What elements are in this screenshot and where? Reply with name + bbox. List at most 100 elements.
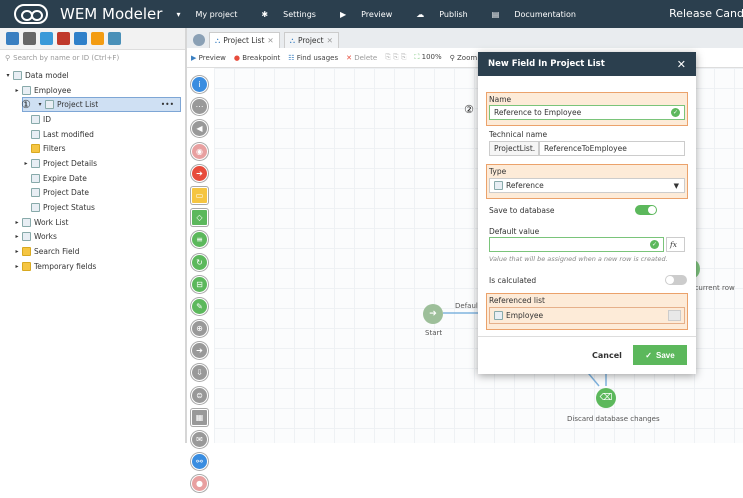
import-node-icon[interactable]: ⇩ (191, 364, 208, 382)
release-label: Release Candi (669, 7, 743, 20)
save-button[interactable]: ✓ Save (633, 345, 687, 365)
nav-item-documentation[interactable]: ▤ Documentation (492, 10, 588, 19)
tree-item-last-modified[interactable]: Last modified (0, 127, 185, 142)
technical-name-input[interactable]: ReferenceToEmployee (539, 141, 685, 156)
is-calculated-toggle[interactable] (665, 275, 687, 285)
panel-divider[interactable] (185, 28, 187, 443)
goto-node-icon[interactable]: ➔ (191, 342, 208, 360)
zoom-button[interactable]: ⚲ Zoom (450, 54, 478, 62)
nav-item-preview[interactable]: ▶ Preview (340, 10, 404, 19)
target-icon[interactable] (74, 32, 87, 45)
report-node-icon[interactable]: ▦ (191, 408, 208, 426)
close-icon[interactable]: ✕ (327, 36, 333, 45)
nav-label: Settings (283, 9, 316, 19)
tree-item-project-date[interactable]: Project Date (0, 186, 185, 201)
tree-item-search-field[interactable]: ▸ Search Field (0, 244, 185, 259)
name-input[interactable]: Reference to Employee ✓ (489, 105, 685, 120)
search-input[interactable]: Search by name or ID (Ctrl+F) (13, 54, 119, 62)
chevron-icon[interactable]: ▸ (22, 160, 30, 167)
type-select[interactable]: Reference ▼ (489, 178, 685, 193)
info-icon[interactable] (193, 34, 205, 46)
type-label: Type (489, 167, 507, 176)
add-icon[interactable] (6, 32, 19, 45)
save-to-database-toggle[interactable] (635, 205, 657, 215)
end-node-icon[interactable]: ● (191, 475, 208, 493)
name-label: Name (489, 95, 512, 104)
discard-label: Discard database changes (567, 415, 660, 423)
preview-button[interactable]: ▶ Preview (191, 54, 226, 62)
folder-icon[interactable] (91, 32, 104, 45)
list-node-icon[interactable]: ≡ (191, 231, 208, 249)
cancel-button[interactable]: Cancel (592, 351, 622, 360)
tab-project[interactable]: ⛬ Project ✕ (283, 32, 339, 48)
select-list-button[interactable] (668, 310, 681, 321)
interaction-node-icon[interactable]: ▭ (191, 186, 208, 204)
tree-item-filters[interactable]: Filters (0, 141, 185, 156)
db-node-icon[interactable]: ⊟ (191, 275, 208, 293)
tree-item-work-list[interactable]: ▸ Work List (0, 215, 185, 230)
tree-item-label: Works (34, 232, 57, 242)
tree-item-works[interactable]: ▸ Works (0, 230, 185, 245)
close-icon[interactable]: ✕ (267, 36, 273, 45)
link-node-icon[interactable]: ⚯ (191, 453, 208, 471)
tree-item-project-status[interactable]: Project Status (0, 200, 185, 215)
chevron-icon[interactable]: ▸ (13, 87, 21, 94)
tree-item-label: Last modified (43, 129, 94, 139)
list-icon[interactable] (57, 32, 70, 45)
copy-icon[interactable]: ⎘ ⎘ ⎘ (385, 53, 406, 62)
chevron-icon[interactable]: ▸ (13, 233, 21, 240)
cloud-icon[interactable] (40, 32, 53, 45)
tree-item-expire-date[interactable]: Expire Date (0, 171, 185, 186)
loop-node-icon[interactable]: ↻ (191, 253, 208, 271)
default-value-hint: Value that will be assigned when a new r… (489, 255, 668, 263)
zoom-100-button[interactable]: ⛶ 100% (414, 53, 441, 62)
tree-item-data-model[interactable]: ▾ Data model (0, 68, 185, 83)
default-value-input[interactable]: ✓ (489, 237, 664, 252)
editor-tabs: ⛬ Project List ✕ ⛬ Project ✕ (187, 28, 743, 48)
start-node[interactable]: ➔ (423, 304, 443, 324)
database-icon[interactable] (23, 32, 36, 45)
subflow-node-icon[interactable]: ⊕ (191, 320, 208, 338)
tree-item-label: Search Field (34, 247, 80, 257)
tab-project-list[interactable]: ⛬ Project List ✕ (209, 32, 280, 48)
export-node-icon[interactable]: ⊜ (191, 386, 208, 404)
breakpoint-button[interactable]: ● Breakpoint (234, 54, 280, 62)
chevron-icon[interactable]: ▸ (13, 263, 21, 270)
chevron-icon[interactable]: ▸ (13, 248, 21, 255)
exit-node-icon[interactable]: ➔ (191, 164, 208, 182)
node-palette: i ⋯ ◀ ◉ ➔ ▭ ◇ ≡ ↻ ⊟ ✎ ⊕ ➔ ⇩ ⊜ ▦ ✉ ⚯ ● (191, 76, 209, 498)
check-icon: ✓ (671, 108, 680, 117)
mail-node-icon[interactable]: ✉ (191, 431, 208, 448)
tree-search[interactable]: ⚲ Search by name or ID (Ctrl+F) (0, 50, 185, 66)
tree-item-label: Project Date (43, 188, 89, 198)
tree-item-employee[interactable]: ▸ Employee (0, 83, 185, 98)
delete-button[interactable]: ✕ Delete (346, 54, 377, 62)
more-icon[interactable]: ••• (161, 100, 174, 109)
tree-item-temporary-fields[interactable]: ▸ Temporary fields (0, 259, 185, 274)
nav-item-settings[interactable]: ✱ Settings (261, 10, 328, 19)
chevron-icon[interactable]: ▾ (4, 72, 12, 79)
find-usages-button[interactable]: ☷ Find usages (288, 54, 338, 62)
translate-icon[interactable] (108, 32, 121, 45)
close-icon[interactable]: ✕ (677, 58, 686, 71)
back-node-icon[interactable]: ◀ (191, 120, 208, 138)
tree-item-id[interactable]: ID (0, 112, 185, 127)
decision-node-icon[interactable]: ◇ (191, 209, 208, 227)
dots-node-icon[interactable]: ⋯ (191, 98, 208, 116)
discard-node[interactable]: ⌫ (596, 388, 616, 408)
edit-node-icon[interactable]: ✎ (191, 297, 208, 315)
play-icon: ▶ (191, 53, 197, 62)
chevron-icon[interactable]: ▸ (13, 219, 21, 226)
nav-item-my-project[interactable]: ▾ My project (176, 10, 249, 19)
tree-item-project-list[interactable]: ① ▾ Project List ••• (21, 97, 181, 113)
nav-item-publish[interactable]: ☁ Publish (416, 10, 480, 19)
referenced-list-input[interactable]: Employee (489, 307, 685, 324)
stop-node-icon[interactable]: ◉ (191, 142, 208, 160)
default-edge-label: Default (455, 302, 481, 310)
flow-icon: ⛬ (289, 35, 295, 45)
info-node-icon[interactable]: i (191, 76, 208, 93)
tree-item-label: Expire Date (43, 173, 87, 183)
tree-item-project-details[interactable]: ▸ Project Details (0, 156, 185, 171)
chevron-icon[interactable]: ▾ (36, 101, 44, 108)
expression-button[interactable]: fx (666, 237, 685, 252)
